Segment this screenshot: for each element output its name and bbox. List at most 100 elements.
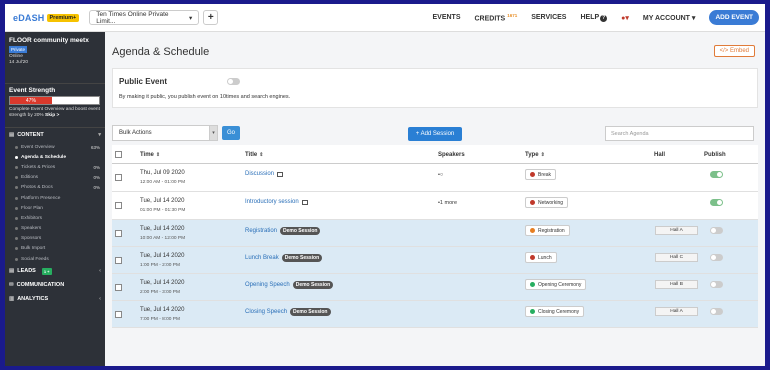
session-type[interactable]: Lunch	[525, 252, 557, 263]
sort-icon: ⇕	[540, 152, 545, 158]
embed-button[interactable]: </> Embed	[713, 45, 755, 57]
demo-session-badge: Demo Session	[290, 308, 331, 316]
nav-events[interactable]: EVENTS	[432, 14, 460, 21]
publish-toggle[interactable]	[710, 171, 723, 178]
session-type[interactable]: Break	[525, 169, 557, 180]
session-time: 7:00 PM - 8:00 PM	[140, 317, 180, 322]
publish-toggle[interactable]	[710, 199, 723, 206]
publish-toggle[interactable]	[710, 254, 723, 261]
bullet-icon	[15, 196, 18, 200]
sidebar-item-label: Agenda & Schedule	[21, 154, 67, 160]
row-checkbox[interactable]	[115, 174, 122, 181]
nav-help[interactable]: HELP?	[580, 13, 608, 22]
sidebar-item[interactable]: Exhibitors	[5, 213, 105, 223]
event-date: 14 Jul'20	[9, 60, 29, 65]
sidebar-item[interactable]: Photos & Docs 0%	[5, 183, 105, 193]
search-agenda-input[interactable]: Search Agenda	[605, 126, 754, 141]
credits-count: 1671	[507, 12, 518, 18]
chevron-down-icon: ▾	[189, 14, 193, 22]
session-type[interactable]: Opening Ceremony	[525, 279, 587, 290]
main-nav: EVENTS CREDITS 1671 SERVICES HELP? ●▾ MY…	[432, 10, 759, 25]
notification-icon[interactable]: ●▾	[621, 14, 629, 22]
event-header: FLOOR community meetx Private Online 14 …	[5, 32, 105, 84]
demo-session-badge: Demo Session	[281, 254, 323, 262]
session-title[interactable]: Closing Speech Demo Session	[245, 308, 331, 316]
sidebar-item[interactable]: Event Overview 63%	[5, 142, 105, 152]
analytics-section-header[interactable]: ▥ ANALYTICS ‹	[5, 292, 105, 306]
sidebar-item-label: Sponsors	[21, 236, 42, 242]
communication-section-header[interactable]: ✉ COMMUNICATION	[5, 278, 105, 292]
publish-toggle[interactable]	[710, 227, 723, 234]
logo[interactable]: eDASH Premium+	[13, 13, 80, 23]
nav-credits[interactable]: CREDITS 1671	[475, 13, 518, 22]
sidebar-item[interactable]: Floor Plan	[5, 203, 105, 213]
bullet-icon	[15, 165, 18, 169]
public-event-toggle[interactable]	[227, 78, 240, 85]
add-event-button[interactable]: ADD EVENT	[709, 10, 759, 25]
session-title-text: Registration	[245, 228, 278, 234]
sidebar-item-percent: 0%	[93, 164, 100, 170]
session-time: 12:00 AM - 01:00 PM	[140, 180, 186, 185]
sidebar-item[interactable]: Platform Presence	[5, 193, 105, 203]
type-dot-icon	[530, 282, 535, 287]
sidebar-item-percent: 0%	[93, 175, 100, 181]
select-all-checkbox[interactable]	[115, 151, 122, 158]
communication-icon: ✉	[9, 282, 14, 289]
nav-services[interactable]: SERVICES	[531, 14, 566, 21]
nav-help-label: HELP	[580, 13, 600, 21]
column-time[interactable]: Time ⇕	[140, 152, 160, 158]
row-checkbox[interactable]	[115, 202, 122, 209]
session-type-label: Closing Ceremony	[538, 308, 580, 315]
session-title[interactable]: Lunch Break Demo Session	[245, 254, 323, 262]
event-name[interactable]: FLOOR community meetx	[9, 37, 101, 44]
session-title-text: Opening Speech	[245, 282, 290, 288]
table-row: Tue, Jul 14 2020 7:00 PM - 8:00 PM Closing…	[112, 301, 758, 328]
row-checkbox[interactable]	[115, 257, 122, 264]
session-speakers[interactable]: •1 more	[438, 200, 457, 206]
publish-toggle[interactable]	[710, 281, 723, 288]
company-selector[interactable]: Ten Times Online Private Limit... ▾	[89, 10, 200, 25]
content-section-header[interactable]: ▤ CONTENT ▾	[5, 128, 105, 142]
sidebar-item[interactable]: Tickets & Prices 0%	[5, 162, 105, 172]
session-type[interactable]: Closing Ceremony	[525, 306, 585, 317]
sidebar-item[interactable]: Sponsors	[5, 234, 105, 244]
add-button[interactable]: +	[203, 10, 219, 25]
type-dot-icon	[530, 172, 535, 177]
column-type[interactable]: Type ⇕	[525, 152, 545, 158]
chevron-down-icon[interactable]: ▾	[209, 125, 218, 141]
hall-badge[interactable]: Hall C	[655, 253, 698, 262]
row-checkbox[interactable]	[115, 230, 122, 237]
session-title[interactable]: Registration Demo Session	[245, 227, 321, 235]
leads-section-header[interactable]: ▤ LEADS 1 + ‹	[5, 264, 105, 278]
session-type[interactable]: Registration	[525, 225, 570, 236]
session-title[interactable]: Discussion	[245, 171, 284, 177]
session-type-label: Lunch	[538, 254, 552, 261]
sidebar-item[interactable]: Social Feeds	[5, 254, 105, 264]
public-event-title: Public Event	[119, 77, 168, 86]
sidebar-item[interactable]: Agenda & Schedule	[5, 152, 105, 162]
column-title[interactable]: Title ⇕	[245, 152, 263, 158]
hall-badge[interactable]: Hall A	[655, 307, 698, 316]
bulk-actions-select[interactable]: Bulk Actions	[112, 125, 215, 141]
row-checkbox[interactable]	[115, 284, 122, 291]
session-title[interactable]: Opening Speech Demo Session	[245, 281, 334, 289]
visibility-badge: Private	[9, 46, 28, 53]
nav-credits-label: CREDITS	[474, 15, 506, 23]
nav-my-account[interactable]: MY ACCOUNT ▾	[643, 14, 696, 22]
sidebar-item[interactable]: Bulk Import	[5, 244, 105, 254]
hall-badge[interactable]: Hall A	[655, 226, 698, 235]
skip-link[interactable]: Skip >	[45, 113, 59, 118]
sidebar-item[interactable]: Speakers	[5, 224, 105, 234]
session-speakers[interactable]: •○	[438, 172, 443, 178]
row-checkbox[interactable]	[115, 311, 122, 318]
go-button[interactable]: Go	[222, 126, 240, 140]
session-title[interactable]: Introductory session	[245, 199, 308, 205]
bullet-icon	[15, 145, 18, 149]
sidebar-item-label: Bulk Import	[21, 246, 46, 252]
sidebar-item[interactable]: Editions 0%	[5, 173, 105, 183]
session-type[interactable]: Networking	[525, 197, 569, 208]
add-session-button[interactable]: + Add Session	[408, 127, 462, 141]
publish-toggle[interactable]	[710, 308, 723, 315]
hall-badge[interactable]: Hall B	[655, 280, 698, 289]
session-type-label: Registration	[538, 227, 565, 234]
